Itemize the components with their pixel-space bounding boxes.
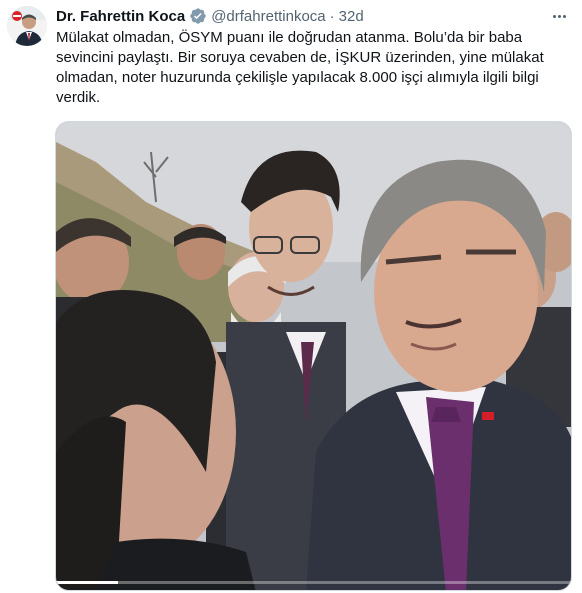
tweet-text-line: verdik.: [56, 89, 101, 106]
tweet-header: Dr. Fahrettin Koca @drfahrettinkoca · 32…: [56, 6, 364, 26]
author-display-name[interactable]: Dr. Fahrettin Koca: [56, 8, 185, 25]
tweet-card[interactable]: Dr. Fahrettin Koca @drfahrettinkoca · 32…: [0, 0, 582, 593]
tweet-text-line: sevincini paylaştı. Bir soruya cevaben d…: [56, 49, 544, 66]
avatar[interactable]: [7, 6, 47, 46]
video-progress-bar[interactable]: [56, 581, 571, 584]
profile-photo-icon: [7, 6, 47, 46]
tweet-text-line: olmadan, noter huzurunda çekilişle yapıl…: [56, 69, 539, 86]
verified-badge-icon: [189, 7, 207, 25]
tweet-timestamp[interactable]: 32d: [339, 8, 364, 25]
tweet-text: Mülakat olmadan, ÖSYM puanı ile doğrudan…: [56, 28, 568, 108]
tweet-text-line: Mülakat olmadan, ÖSYM puanı ile doğrudan…: [56, 29, 523, 46]
tweet-video[interactable]: [55, 121, 572, 591]
video-progress-fill: [56, 581, 118, 584]
separator-dot: ·: [329, 7, 335, 25]
author-handle[interactable]: @drfahrettinkoca: [211, 8, 325, 25]
video-frame: [56, 122, 571, 590]
more-options-icon[interactable]: [548, 6, 570, 26]
